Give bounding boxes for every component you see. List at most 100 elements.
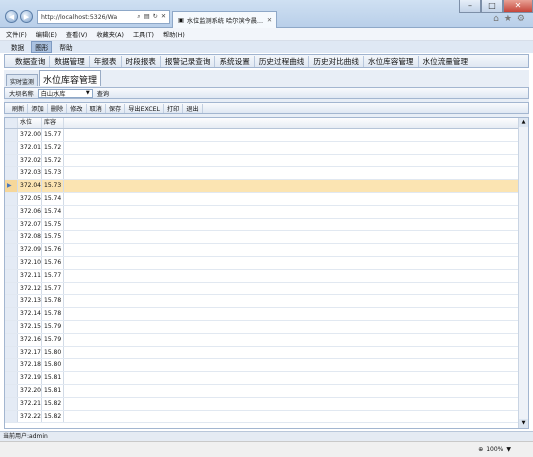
cell-capacity[interactable]: 15.77 bbox=[42, 282, 64, 295]
cell-water-level[interactable]: 372.07 bbox=[18, 218, 42, 231]
table-row[interactable]: 372.12 15.77 bbox=[5, 282, 519, 296]
exit-button[interactable]: 退出 bbox=[183, 103, 203, 113]
cell-water-level[interactable]: 372.19 bbox=[18, 372, 42, 384]
module-level-flow[interactable]: 水位流量管理 bbox=[419, 56, 473, 67]
table-row[interactable]: 372.00 15.77 bbox=[5, 129, 519, 142]
row-header[interactable] bbox=[5, 231, 18, 244]
cell-capacity[interactable]: 15.74 bbox=[42, 205, 64, 218]
cell-water-level[interactable]: 372.03 bbox=[18, 167, 42, 180]
menu-tools[interactable]: 工具(T) bbox=[133, 30, 154, 39]
cell-capacity[interactable]: 15.79 bbox=[42, 321, 64, 333]
cell-capacity[interactable]: 15.81 bbox=[42, 385, 64, 397]
menu-view[interactable]: 查看(V) bbox=[66, 30, 87, 39]
vertical-scrollbar[interactable]: ▲ ▼ bbox=[518, 118, 528, 428]
table-row[interactable]: 372.13 15.78 bbox=[5, 295, 519, 309]
menu-file[interactable]: 文件(F) bbox=[6, 30, 27, 39]
menu-edit[interactable]: 编辑(E) bbox=[36, 30, 57, 39]
refresh-button[interactable]: 刷新 bbox=[9, 103, 29, 113]
cancel-button[interactable]: 取消 bbox=[87, 103, 106, 113]
module-data-manage[interactable]: 数据管理 bbox=[50, 55, 90, 67]
cell-water-level[interactable]: 372.06 bbox=[18, 205, 42, 218]
cell-water-level[interactable]: 372.18 bbox=[18, 359, 42, 372]
search-icon[interactable]: ⌕ bbox=[137, 13, 140, 21]
table-row[interactable]: 372.19 15.81 bbox=[5, 372, 519, 385]
cell-water-level[interactable]: 372.14 bbox=[18, 308, 42, 320]
cell-water-level[interactable]: 372.10 bbox=[18, 257, 42, 269]
table-row[interactable]: 372.10 15.76 bbox=[5, 257, 519, 270]
row-header[interactable] bbox=[5, 154, 18, 167]
favorites-icon[interactable]: ★ bbox=[504, 14, 512, 24]
cell-capacity[interactable]: 15.75 bbox=[42, 231, 64, 244]
cell-water-level[interactable]: 372.16 bbox=[18, 333, 42, 346]
row-indicator-icon[interactable]: ▶ bbox=[5, 180, 18, 192]
scroll-down-icon[interactable]: ▼ bbox=[519, 419, 528, 428]
cell-water-level[interactable]: 372.12 bbox=[18, 282, 42, 295]
table-row[interactable]: 372.22 15.82 bbox=[5, 410, 519, 424]
module-history-curve[interactable]: 历史过程曲线 bbox=[255, 55, 310, 67]
table-row[interactable]: 372.16 15.79 bbox=[5, 333, 519, 347]
app-menu-data[interactable]: 数据 bbox=[8, 42, 27, 52]
table-row[interactable]: 372.07 15.75 bbox=[5, 218, 519, 232]
cell-capacity[interactable]: 15.79 bbox=[42, 333, 64, 346]
row-header[interactable] bbox=[5, 397, 18, 410]
cell-capacity[interactable]: 15.81 bbox=[42, 372, 64, 384]
module-year-report[interactable]: 年报表 bbox=[90, 55, 122, 67]
row-header[interactable] bbox=[5, 295, 18, 308]
cell-capacity[interactable]: 15.80 bbox=[42, 346, 64, 359]
row-header[interactable] bbox=[5, 218, 18, 231]
cell-water-level[interactable]: 372.05 bbox=[18, 193, 42, 205]
add-button[interactable]: 添加 bbox=[28, 103, 48, 113]
query-button[interactable]: 查询 bbox=[97, 89, 109, 98]
module-level-capacity[interactable]: 水位库容管理 bbox=[364, 55, 419, 67]
maximize-button[interactable]: □ bbox=[481, 0, 503, 13]
row-header[interactable] bbox=[5, 308, 18, 320]
row-header[interactable] bbox=[5, 141, 18, 154]
table-row[interactable]: 372.08 15.75 bbox=[5, 231, 519, 245]
cell-water-level[interactable]: 372.00 bbox=[18, 129, 42, 141]
cell-water-level[interactable]: 372.11 bbox=[18, 269, 42, 282]
table-row[interactable]: 372.03 15.73 bbox=[5, 167, 519, 181]
minimize-button[interactable]: – bbox=[459, 0, 481, 13]
row-header[interactable] bbox=[5, 346, 18, 359]
module-data-query[interactable]: 数据查询 bbox=[11, 55, 51, 67]
module-settings[interactable]: 系统设置 bbox=[215, 55, 255, 67]
cell-water-level[interactable]: 372.09 bbox=[18, 244, 42, 256]
home-icon[interactable]: ⌂ bbox=[493, 14, 499, 24]
table-row[interactable]: 372.01 15.72 bbox=[5, 141, 519, 155]
row-header[interactable] bbox=[5, 205, 18, 218]
cell-water-level[interactable]: 372.15 bbox=[18, 321, 42, 333]
row-header[interactable] bbox=[5, 257, 18, 269]
refresh-icon[interactable]: ↻ bbox=[153, 13, 158, 21]
cell-capacity[interactable]: 15.75 bbox=[42, 218, 64, 231]
cell-capacity[interactable]: 15.82 bbox=[42, 397, 64, 410]
menu-help[interactable]: 帮助(H) bbox=[163, 30, 185, 39]
forward-button[interactable]: ▶ bbox=[20, 10, 33, 23]
row-header[interactable] bbox=[5, 193, 18, 205]
cell-water-level[interactable]: 372.20 bbox=[18, 385, 42, 397]
row-header[interactable] bbox=[5, 129, 18, 141]
cell-capacity[interactable]: 15.82 bbox=[42, 410, 64, 423]
cell-capacity[interactable]: 15.78 bbox=[42, 295, 64, 308]
table-row[interactable]: 372.14 15.78 bbox=[5, 308, 519, 321]
table-row[interactable]: 372.05 15.74 bbox=[5, 193, 519, 206]
data-grid[interactable]: 水位 库容 372.00 15.77 372.01 15.72 372.02 15.72 3… bbox=[4, 117, 529, 429]
row-header[interactable] bbox=[5, 359, 18, 372]
edit-button[interactable]: 修改 bbox=[67, 103, 87, 113]
cell-capacity[interactable]: 15.72 bbox=[42, 154, 64, 167]
table-row[interactable]: 372.09 15.76 bbox=[5, 244, 519, 257]
row-header[interactable] bbox=[5, 410, 18, 423]
cell-water-level[interactable]: 372.01 bbox=[18, 141, 42, 154]
module-compare-curve[interactable]: 历史对比曲线 bbox=[309, 55, 364, 67]
menu-favorites[interactable]: 收藏夹(A) bbox=[96, 30, 124, 39]
table-row[interactable]: 372.11 15.77 bbox=[5, 269, 519, 283]
save-button[interactable]: 保存 bbox=[106, 103, 126, 113]
cell-capacity[interactable]: 15.76 bbox=[42, 257, 64, 269]
table-row[interactable]: ▶ 372.04 15.73 bbox=[5, 180, 519, 193]
row-header[interactable] bbox=[5, 282, 18, 295]
row-header[interactable] bbox=[5, 372, 18, 384]
cell-capacity[interactable]: 15.74 bbox=[42, 193, 64, 205]
back-button[interactable]: ◀ bbox=[5, 10, 18, 23]
tab-level-capacity[interactable]: 水位库容管理 bbox=[39, 70, 102, 86]
cell-water-level[interactable]: 372.04 bbox=[18, 180, 42, 192]
app-menu-help[interactable]: 帮助 bbox=[56, 42, 75, 52]
